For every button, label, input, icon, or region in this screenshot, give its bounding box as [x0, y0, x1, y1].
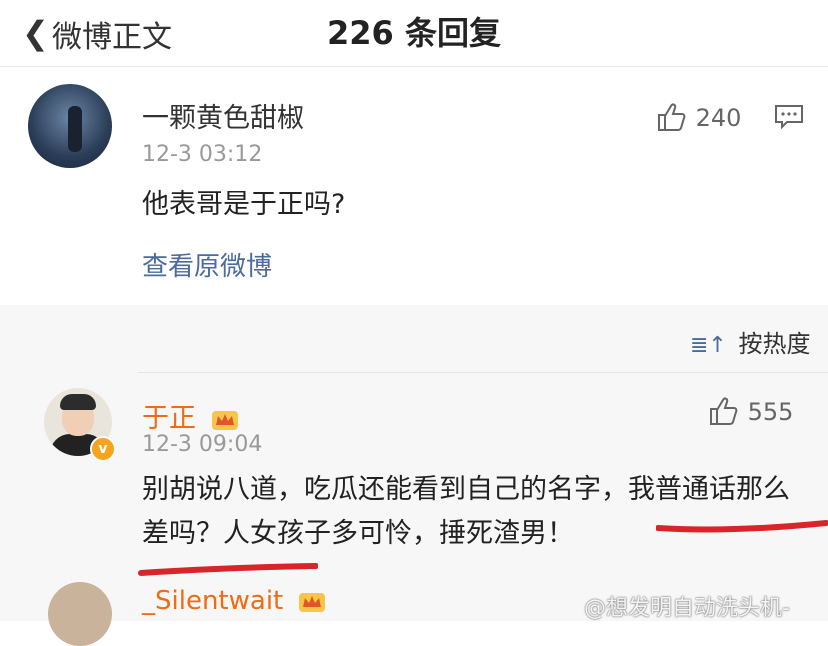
avatar[interactable]: [48, 582, 112, 646]
like-count: 240: [695, 104, 742, 132]
page-title: 226 条回复: [327, 14, 501, 52]
crown-icon: [211, 410, 238, 430]
sort-icon: ≣↑: [690, 333, 727, 358]
comment-username[interactable]: 一颗黄色甜椒: [142, 96, 304, 135]
like-count: 555: [747, 398, 794, 426]
reply-text: 别胡说八道，吃瓜还能看到自己的名字，我普通话那么差吗？人女孩子多可怜，捶死渣男！: [142, 474, 790, 549]
watermark: @想发明自动洗头机-: [584, 596, 790, 621]
thumbs-up-icon: [710, 397, 738, 425]
view-original-post-link[interactable]: 查看原微博: [142, 246, 272, 283]
reply-timestamp: 12-3 09:04: [142, 432, 263, 457]
sort-label: 按热度: [738, 330, 811, 358]
thumbs-up-icon: [658, 103, 686, 131]
reply-username[interactable]: 于正: [142, 396, 239, 435]
reply-username-text: _Silentwait: [142, 586, 284, 616]
avatar[interactable]: [28, 84, 112, 168]
red-underline-annotation: [138, 563, 318, 576]
divider: [138, 372, 828, 373]
like-button[interactable]: 240: [656, 102, 741, 132]
reply-icon[interactable]: [774, 104, 804, 130]
like-button[interactable]: 555: [708, 396, 793, 426]
reply-username[interactable]: _Silentwait: [142, 586, 326, 616]
reply-username-text: 于正: [142, 403, 196, 434]
comment-text: 他表哥是于正吗?: [142, 189, 346, 220]
verified-badge-icon: v: [90, 436, 116, 462]
red-underline-annotation: [656, 520, 828, 533]
comment-timestamp: 12-3 03:12: [142, 142, 263, 167]
crown-icon: [298, 592, 325, 612]
sort-toggle[interactable]: ≣↑ 按热度: [690, 324, 811, 359]
